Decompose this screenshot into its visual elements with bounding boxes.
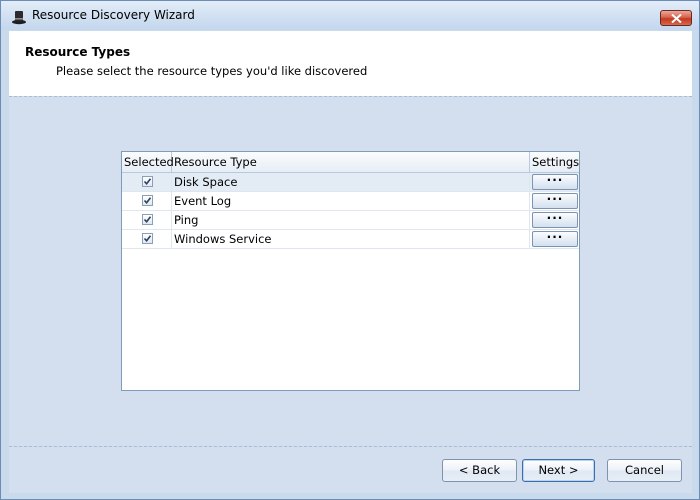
settings-button[interactable]: ··· bbox=[532, 174, 578, 190]
settings-button[interactable]: ··· bbox=[532, 231, 578, 247]
settings-button[interactable]: ··· bbox=[532, 193, 578, 209]
table-row[interactable]: Disk Space ··· bbox=[122, 173, 579, 192]
selected-checkbox[interactable] bbox=[142, 214, 153, 225]
next-button[interactable]: Next > bbox=[522, 459, 595, 482]
column-header-settings[interactable]: Settings bbox=[530, 152, 580, 172]
title-bar[interactable]: Resource Discovery Wizard bbox=[1, 1, 699, 30]
close-icon bbox=[671, 14, 682, 23]
tophat-icon bbox=[11, 9, 27, 25]
column-header-selected[interactable]: Selected bbox=[122, 152, 174, 172]
resource-type-cell: Event Log bbox=[172, 192, 530, 211]
selected-checkbox[interactable] bbox=[142, 233, 153, 244]
grid-header: Selected Resource Type Settings bbox=[122, 152, 579, 173]
column-header-resource-type[interactable]: Resource Type bbox=[172, 152, 530, 172]
resource-type-cell: Disk Space bbox=[172, 173, 530, 192]
checkmark-icon bbox=[143, 178, 152, 186]
back-button[interactable]: < Back bbox=[442, 459, 517, 482]
close-button[interactable] bbox=[660, 10, 692, 26]
resource-type-cell: Windows Service bbox=[172, 230, 530, 249]
header-panel: Resource Types Please select the resourc… bbox=[9, 31, 692, 96]
checkmark-icon bbox=[143, 235, 152, 243]
page-title: Resource Types bbox=[25, 45, 131, 59]
resource-type-cell: Ping bbox=[172, 211, 530, 230]
cancel-button[interactable]: Cancel bbox=[607, 459, 682, 482]
selected-checkbox[interactable] bbox=[142, 195, 153, 206]
page-subtitle: Please select the resource types you'd l… bbox=[56, 64, 368, 78]
selected-checkbox[interactable] bbox=[142, 176, 153, 187]
resource-types-grid[interactable]: Selected Resource Type Settings Disk Spa… bbox=[121, 151, 580, 391]
table-row[interactable]: Windows Service ··· bbox=[122, 230, 579, 249]
settings-button[interactable]: ··· bbox=[532, 212, 578, 228]
table-row[interactable]: Ping ··· bbox=[122, 211, 579, 230]
checkmark-icon bbox=[143, 197, 152, 205]
table-row[interactable]: Event Log ··· bbox=[122, 192, 579, 211]
window-title: Resource Discovery Wizard bbox=[32, 8, 195, 22]
wizard-window: Resource Discovery Wizard Resource Types… bbox=[0, 0, 700, 500]
checkmark-icon bbox=[143, 216, 152, 224]
